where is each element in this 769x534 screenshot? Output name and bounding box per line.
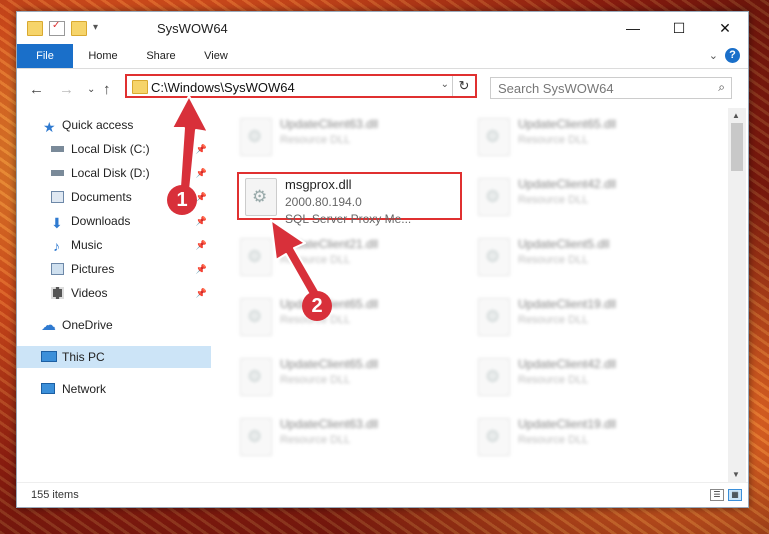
arrow-to-file (270, 219, 321, 299)
step-1-badge: 1 (167, 185, 197, 215)
annotation-arrows (171, 95, 321, 299)
step-2-badge: 2 (302, 291, 332, 321)
